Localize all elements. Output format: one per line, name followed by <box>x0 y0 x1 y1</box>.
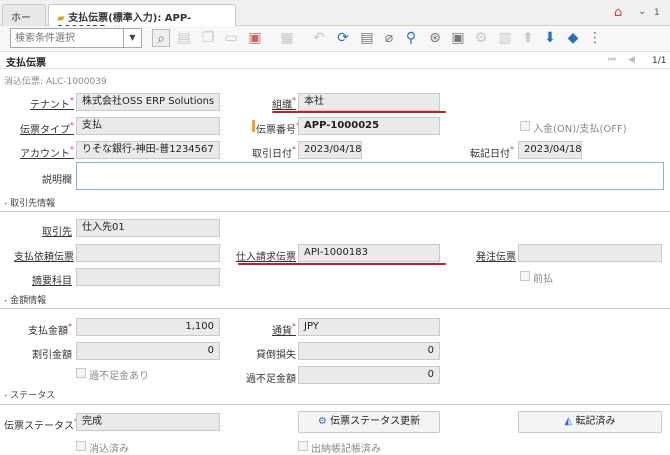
writeoff-label: 貸倒損失 <box>256 350 296 361</box>
attachment-icon[interactable]: ⌀ <box>380 29 398 47</box>
doctype-field[interactable]: 支払 <box>76 117 220 135</box>
invoice-label[interactable]: 仕入請求伝票 <box>236 248 296 263</box>
print-icon[interactable]: ▣ <box>449 29 467 47</box>
update-status-button[interactable]: ⚙ 伝票ステータス更新 <box>298 411 440 433</box>
prepay-label: 前払 <box>533 274 553 285</box>
report-icon[interactable]: ▤ <box>358 29 376 47</box>
reconciled-label: 出納帳記帳済み <box>311 444 381 455</box>
arrow-down-icon[interactable]: ⬇ <box>541 29 559 47</box>
toolbar: ▼ ⌕ ▤ ❐ ▭ ▣ ▦ ↶ ⟳ ▤ ⌀ ⚲ ⊛ ▣ ⚙ ▥ ⬆ ⬇ ◆ ⋮ <box>0 26 670 52</box>
tenant-field[interactable]: 株式会社OSS ERP Solutions <box>76 93 220 111</box>
link-icon[interactable]: ⚲ <box>402 29 420 47</box>
tab-payment[interactable]: ▰ 支払伝票(標準入力): APP-1000025 ✕ <box>48 4 236 35</box>
prepay-checkbox[interactable] <box>520 271 530 281</box>
highlight-underline <box>272 111 446 113</box>
divider <box>0 68 670 69</box>
section-divider <box>0 211 670 212</box>
acctdate-field[interactable]: 2023/04/18 <box>518 141 582 159</box>
tag-icon[interactable]: ◆ <box>564 29 582 47</box>
payreq-field[interactable] <box>76 244 220 262</box>
invoice-field[interactable]: API-1000183 <box>298 244 440 262</box>
section-divider <box>0 308 670 309</box>
highlight-underline <box>238 263 446 265</box>
trxdate-label: 取引日付* <box>252 145 296 160</box>
allocation-doc-label: 消込伝票: ALC-1000039 <box>4 77 107 87</box>
org-label[interactable]: 組織* <box>262 96 296 111</box>
pager: 1/1 <box>652 56 667 66</box>
settings-icon[interactable]: ⚙ <box>472 29 490 47</box>
overunder-check-label: 過不足金あり <box>89 371 149 382</box>
first-record-icon[interactable]: ⏮ <box>608 55 616 65</box>
allocated-label: 消込済み <box>89 444 129 455</box>
description-textarea[interactable] <box>76 162 664 190</box>
overunder-label: 過不足金額 <box>246 374 296 385</box>
search-input[interactable] <box>11 29 121 47</box>
prev-record-icon[interactable]: ◀ <box>628 55 635 65</box>
payreq-label[interactable]: 支払依頼伝票 <box>14 248 74 263</box>
receipt-label: 入金(ON)/支払(OFF) <box>533 124 627 135</box>
writeoff-field[interactable]: 0 <box>298 342 440 360</box>
zoom-icon[interactable]: ⊛ <box>426 29 444 47</box>
tab-count: 1 <box>654 8 660 18</box>
doctype-label[interactable]: 伝票タイプ* <box>20 121 74 136</box>
section-amounts[interactable]: - 金額情報 <box>4 293 46 306</box>
required-marker <box>252 120 255 132</box>
docstatus-field[interactable]: 完成 <box>76 413 220 431</box>
pay-amount-field[interactable]: 1,100 <box>76 318 220 336</box>
docno-field[interactable]: APP-1000025 <box>298 117 440 135</box>
allocated-checkbox[interactable] <box>76 441 86 451</box>
grid-toggle-icon[interactable]: ▦ <box>278 29 296 47</box>
posted-button[interactable]: ◭ 転記済み <box>518 411 662 433</box>
posted-label: 転記済み <box>575 416 616 427</box>
copy-icon[interactable]: ❐ <box>199 29 217 47</box>
org-field[interactable]: 本社 <box>298 93 440 111</box>
account-label[interactable]: アカウント* <box>20 145 74 160</box>
chevron-down-icon[interactable]: ⌄ <box>638 6 646 17</box>
undo-icon[interactable]: ↶ <box>310 29 328 47</box>
update-status-label: 伝票ステータス更新 <box>330 416 421 427</box>
docstatus-label: 伝票ステータス* <box>4 417 78 432</box>
chevron-down-icon[interactable]: ▼ <box>123 29 141 47</box>
more-icon[interactable]: ⋮ <box>586 29 604 47</box>
section-status[interactable]: - ステータス <box>4 388 55 401</box>
tab-home[interactable]: ホーム <box>2 4 46 39</box>
receipt-checkbox[interactable] <box>520 121 530 131</box>
reconciled-checkbox[interactable] <box>298 441 308 451</box>
home-icon[interactable]: ⌂ <box>614 5 622 20</box>
overunder-field[interactable]: 0 <box>298 366 440 384</box>
acctdate-label: 転記日付* <box>470 145 514 160</box>
search-icon[interactable]: ⌕ <box>152 29 170 47</box>
charge-label[interactable]: 摘要科目 <box>20 272 72 287</box>
order-label[interactable]: 発注伝票 <box>470 248 516 263</box>
window-title: 支払伝票 <box>6 58 46 69</box>
refresh-icon[interactable]: ⟳ <box>334 29 352 47</box>
bp-field[interactable]: 仕入先01 <box>76 219 220 237</box>
gear-icon: ⚙ <box>317 416 327 427</box>
currency-label[interactable]: 通貨* <box>262 322 296 337</box>
export-icon[interactable]: ▥ <box>496 29 514 47</box>
section-partner[interactable]: - 取引先情報 <box>4 196 55 209</box>
charge-field[interactable] <box>76 268 220 286</box>
tenant-label[interactable]: テナント* <box>30 96 74 111</box>
order-field[interactable] <box>518 244 662 262</box>
chart-icon: ◭ <box>564 416 573 427</box>
currency-field[interactable]: JPY <box>298 318 440 336</box>
account-field[interactable]: りそな銀行-神田-普1234567 <box>76 141 220 159</box>
docno-label: 伝票番号* <box>256 121 300 136</box>
trxdate-field[interactable]: 2023/04/18 <box>298 141 362 159</box>
bp-label[interactable]: 取引先 <box>30 223 72 238</box>
arrow-up-icon[interactable]: ⬆ <box>519 29 537 47</box>
desc-label: 説明欄 <box>42 175 72 186</box>
discount-label: 割引金額 <box>32 350 72 361</box>
document-icon: ▰ <box>57 13 65 24</box>
discount-field[interactable]: 0 <box>76 342 220 360</box>
section-divider <box>0 404 670 405</box>
pay-amount-label: 支払金額* <box>28 322 72 337</box>
new-record-icon[interactable]: ▤ <box>175 29 193 47</box>
search-combo[interactable]: ▼ <box>10 28 142 48</box>
tab-bar: ホーム ▰ 支払伝票(標準入力): APP-1000025 ✕ ⌂ ⌄ 1 <box>0 0 670 39</box>
save-icon[interactable]: ▭ <box>222 29 240 47</box>
delete-icon[interactable]: ▣ <box>246 29 264 47</box>
overunder-checkbox[interactable] <box>76 368 86 378</box>
